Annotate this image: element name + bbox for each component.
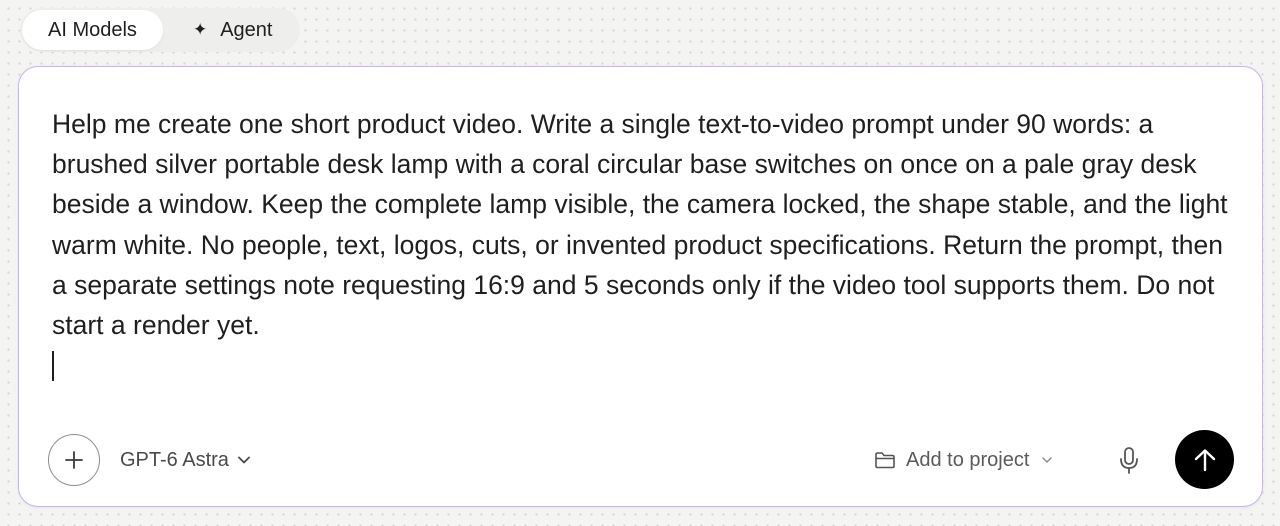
text-cursor <box>52 351 54 381</box>
sparkle-icon: ✦ <box>192 20 208 39</box>
model-selector[interactable]: GPT-6 Astra <box>120 446 251 474</box>
tab-ai-models[interactable]: AI Models <box>22 10 163 50</box>
plus-icon <box>65 451 83 469</box>
model-label: GPT-6 Astra <box>120 448 229 471</box>
tab-label: AI Models <box>48 18 137 41</box>
prompt-composer: Help me create one short product video. … <box>18 66 1263 507</box>
chevron-down-icon <box>237 453 251 467</box>
arrow-up-icon <box>1194 448 1215 471</box>
tab-label: Agent <box>220 18 273 41</box>
microphone-button[interactable] <box>1113 444 1145 478</box>
project-label: Add to project <box>906 448 1030 471</box>
tab-agent[interactable]: ✦ Agent <box>167 10 299 50</box>
attach-button[interactable] <box>48 434 100 486</box>
microphone-icon <box>1120 447 1138 474</box>
add-to-project-button[interactable]: Add to project <box>874 446 1053 474</box>
prompt-input[interactable]: Help me create one short product video. … <box>52 104 1232 345</box>
folder-icon <box>874 450 896 470</box>
mode-tabs: AI Models ✦ Agent <box>20 8 301 52</box>
send-button[interactable] <box>1175 430 1234 489</box>
chevron-down-icon <box>1041 454 1053 466</box>
